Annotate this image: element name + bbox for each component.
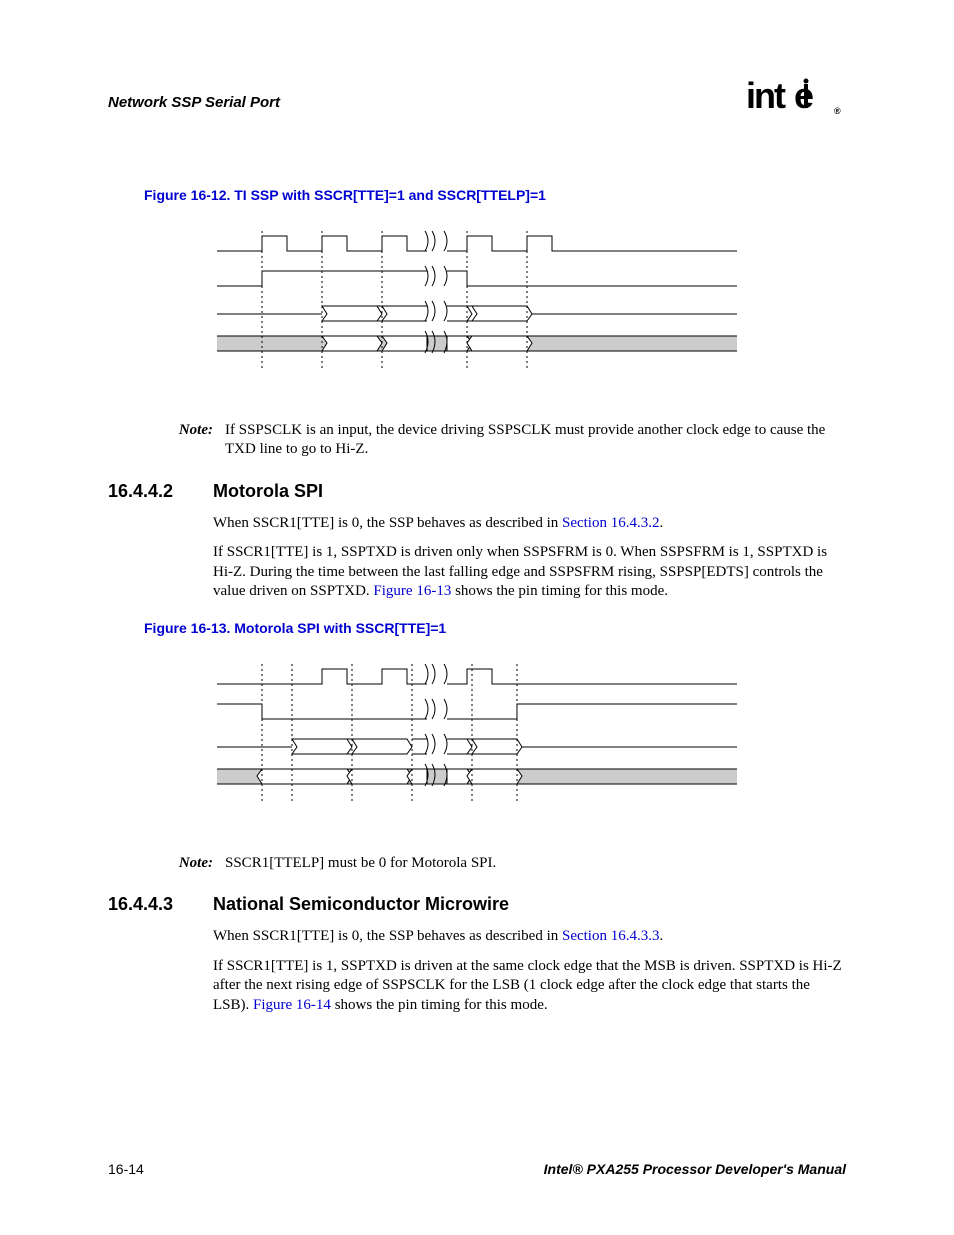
- figure-12-diagram: [217, 221, 737, 391]
- header-title: Network SSP Serial Port: [108, 94, 280, 111]
- link-figure-16-13[interactable]: Figure 16-13: [373, 583, 451, 599]
- section-16-4-4-3-heading: 16.4.4.3 National Semiconductor Microwir…: [108, 894, 846, 915]
- section-number: 16.4.4.2: [108, 481, 213, 502]
- section-2-para-2: If SSCR1[TTE] is 1, SSPTXD is driven onl…: [213, 543, 846, 602]
- note-label: Note:: [163, 421, 213, 459]
- svg-text:®: ®: [834, 106, 841, 116]
- figure-13-diagram: [217, 654, 737, 824]
- link-section-16-4-3-3[interactable]: Section 16.4.3.3: [562, 928, 660, 944]
- page-number: 16-14: [108, 1161, 144, 1177]
- section-3-para-2: If SSCR1[TTE] is 1, SSPTXD is driven at …: [213, 957, 846, 1016]
- section-2-para-1: When SSCR1[TTE] is 0, the SSP behaves as…: [213, 514, 846, 534]
- manual-title: Intel® PXA255 Processor Developer's Manu…: [544, 1161, 846, 1177]
- link-section-16-4-3-2[interactable]: Section 16.4.3.2: [562, 515, 660, 531]
- section-title: National Semiconductor Microwire: [213, 894, 509, 915]
- section-title: Motorola SPI: [213, 481, 323, 502]
- svg-text:int: int: [746, 78, 786, 116]
- note-2: Note: SSCR1[TTELP] must be 0 for Motorol…: [163, 854, 846, 873]
- link-figure-16-14[interactable]: Figure 16-14: [253, 997, 331, 1013]
- svg-text:e: e: [794, 78, 813, 116]
- note-text: SSCR1[TTELP] must be 0 for Motorola SPI.: [225, 854, 846, 873]
- intel-logo: int e ®: [746, 78, 846, 127]
- figure-13-title: Figure 16-13. Motorola SPI with SSCR[TTE…: [144, 620, 846, 636]
- page-footer: 16-14 Intel® PXA255 Processor Developer'…: [108, 1161, 846, 1177]
- section-number: 16.4.4.3: [108, 894, 213, 915]
- note-label: Note:: [163, 854, 213, 873]
- section-16-4-4-2-heading: 16.4.4.2 Motorola SPI: [108, 481, 846, 502]
- section-3-para-1: When SSCR1[TTE] is 0, the SSP behaves as…: [213, 927, 846, 947]
- figure-12-title: Figure 16-12. TI SSP with SSCR[TTE]=1 an…: [144, 187, 846, 203]
- page-header: Network SSP Serial Port int e ®: [108, 78, 846, 127]
- note-1: Note: If SSPSCLK is an input, the device…: [163, 421, 846, 459]
- note-text: If SSPSCLK is an input, the device drivi…: [225, 421, 846, 459]
